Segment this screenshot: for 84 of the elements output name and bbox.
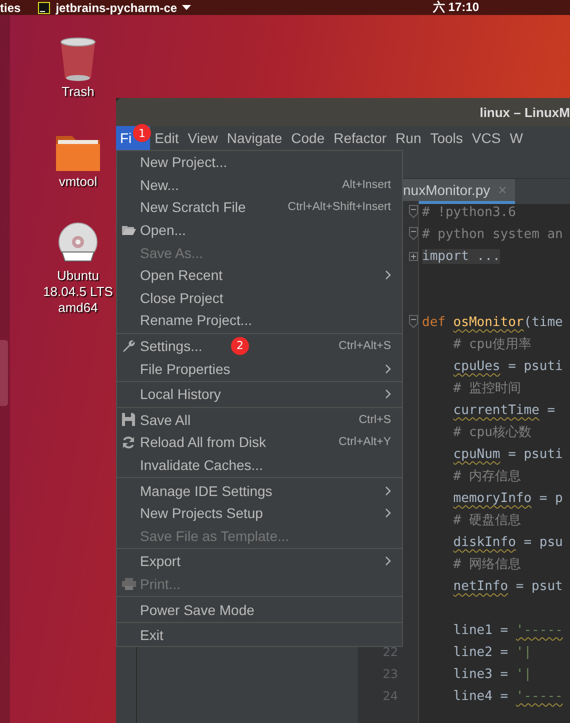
code-text: = xyxy=(547,402,556,418)
reload-icon xyxy=(122,436,135,449)
code-text: netInfo xyxy=(453,578,508,594)
menu-item[interactable]: Open... xyxy=(117,218,402,242)
menu-item[interactable]: Save All Ctrl+S xyxy=(117,408,402,432)
save-icon xyxy=(122,413,135,426)
menu-item[interactable]: Export xyxy=(117,550,402,573)
fold-icon[interactable] xyxy=(409,315,418,329)
code-text: = psuti xyxy=(508,358,563,374)
menu-item[interactable]: Exit xyxy=(117,624,402,646)
menu-item[interactable]: Open Recent xyxy=(117,264,402,287)
menu-item[interactable]: New Projects Setup xyxy=(117,502,402,524)
folder-icon xyxy=(122,224,136,236)
desktop-icon-label[interactable]: vmtool xyxy=(40,174,116,190)
code-text: currentTime xyxy=(453,402,540,418)
string-literal: '----- xyxy=(516,622,563,638)
clock[interactable]: 六 17:10 xyxy=(432,0,479,16)
app-icon xyxy=(38,2,50,14)
settings-icon xyxy=(122,339,136,354)
code-text: line3 = xyxy=(453,666,508,682)
string-literal: '| xyxy=(516,644,532,660)
code-keyword: def xyxy=(422,314,446,330)
menu-bar-item[interactable]: Tools xyxy=(426,126,467,150)
menu-item[interactable]: New Project... xyxy=(117,151,402,174)
menu-item[interactable]: File Properties xyxy=(117,357,402,380)
function-name: osMonitor xyxy=(453,314,524,330)
string-literal: '| xyxy=(516,666,532,682)
code-text: line2 = xyxy=(453,644,508,660)
desktop-icon-label[interactable]: Ubuntu 18.04.5 LTS amd64 xyxy=(40,268,116,316)
menu-item[interactable]: Reload All from Disk Ctrl+Alt+Y xyxy=(117,431,402,454)
code-text: = psuti xyxy=(508,446,563,462)
menu-item[interactable]: New... Alt+Insert xyxy=(117,174,402,196)
menu-item[interactable]: Close Project xyxy=(117,286,402,310)
window-title: linux – LinuxM xyxy=(480,104,570,120)
code-comment: # 硬盘信息 xyxy=(453,513,521,528)
menu-item[interactable]: Local History xyxy=(117,382,402,406)
folded-code: import ... xyxy=(422,248,500,264)
tab-label: nuxMonitor.py xyxy=(403,182,490,198)
code-comment: # !python3.6 xyxy=(422,204,516,220)
code-text: cpuUes xyxy=(453,358,500,374)
menu-bar-item[interactable]: W xyxy=(506,126,527,150)
code-comment: # cpu核心数 xyxy=(453,425,532,440)
menu-bar-item[interactable]: Code xyxy=(287,126,329,150)
menu-bar-item[interactable]: Fi 1 xyxy=(116,126,150,150)
code-comment: # cpu使用率 xyxy=(453,337,532,352)
code-text: line1 = xyxy=(453,622,508,638)
menu-bar-item[interactable]: Navigate xyxy=(222,126,286,150)
code-text: diskInfo xyxy=(453,534,516,550)
unfold-icon[interactable] xyxy=(409,252,418,260)
code-comment: # 网络信息 xyxy=(453,557,521,572)
code-text: cpuNum xyxy=(453,446,500,462)
code-text: = p xyxy=(539,490,563,506)
caret-icon xyxy=(182,4,192,10)
menu-bar-item[interactable]: VCS xyxy=(468,126,505,150)
menu-item[interactable]: Power Save Mode xyxy=(117,598,402,621)
step-badge: 1 xyxy=(133,124,151,142)
code-comment: # python system an xyxy=(422,226,563,242)
menu-item[interactable]: Manage IDE Settings xyxy=(117,479,402,502)
menu-item[interactable]: Invalidate Caches... xyxy=(117,454,402,476)
code-text: (time xyxy=(524,314,563,330)
fold-icon[interactable] xyxy=(409,227,418,241)
desktop-icon-label[interactable]: Trash xyxy=(40,84,116,100)
menu-item[interactable]: Rename Project... xyxy=(117,309,402,332)
step-badge: 2 xyxy=(231,336,249,355)
menu-bar-item[interactable]: View xyxy=(184,126,222,150)
code-comment: # 监控时间 xyxy=(453,381,521,396)
dock-handle[interactable] xyxy=(0,340,8,406)
menu-bar-item[interactable]: Run xyxy=(392,126,426,150)
app-menu[interactable]: jetbrains-pycharm-ce xyxy=(56,0,178,14)
code-text: memoryInfo xyxy=(453,490,532,506)
code-text: = psut xyxy=(516,578,563,594)
string-literal: '----- xyxy=(516,688,563,704)
activities-button[interactable]: ties xyxy=(0,0,21,14)
printer-icon xyxy=(122,578,136,590)
trash-icon[interactable] xyxy=(59,36,97,82)
menu-item[interactable]: Settings... 2 Ctrl+Alt+S xyxy=(117,334,402,358)
code-comment: # 内存信息 xyxy=(453,469,521,484)
menu-bar-item[interactable]: Refactor xyxy=(330,126,391,150)
code-text: = psu xyxy=(524,534,563,550)
menu-item[interactable]: New Scratch File Ctrl+Alt+Shift+Insert xyxy=(117,196,402,219)
editor-tab[interactable]: nuxMonitor.py × xyxy=(403,179,515,204)
fold-icon[interactable] xyxy=(409,205,418,219)
menu-bar-item[interactable]: Edit xyxy=(150,126,183,150)
code-text: line4 = xyxy=(453,688,508,704)
